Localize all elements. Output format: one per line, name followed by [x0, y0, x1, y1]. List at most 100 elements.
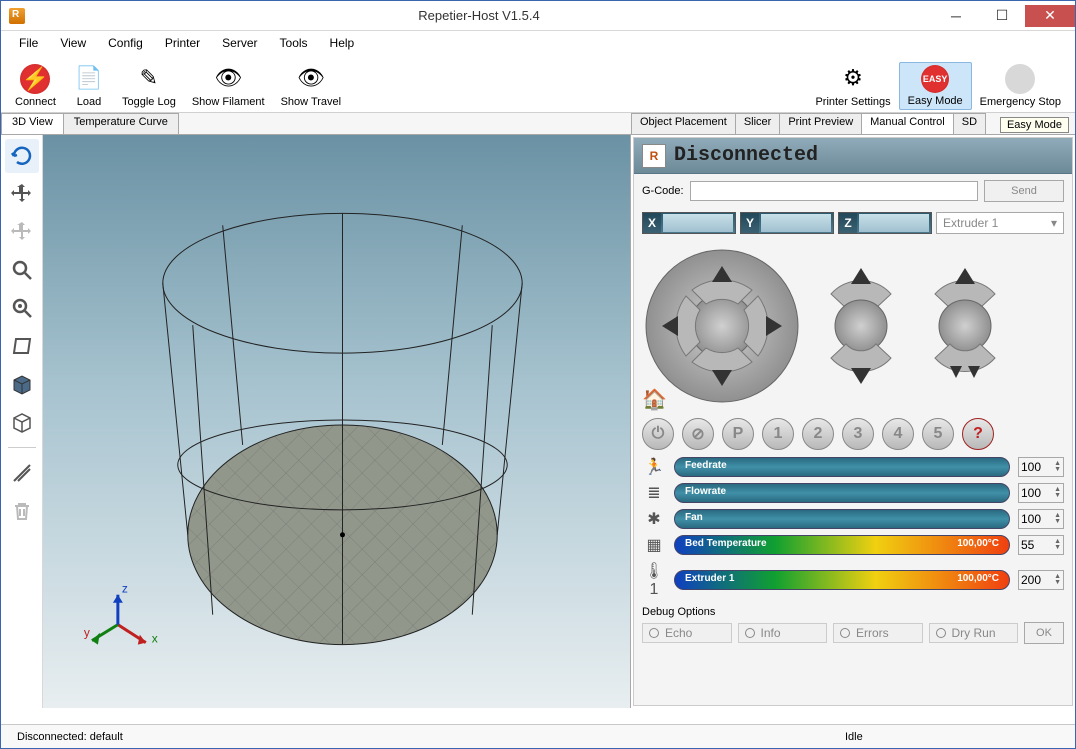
- debug-errors-radio[interactable]: Errors: [833, 623, 923, 643]
- minimize-button[interactable]: ─: [933, 5, 979, 27]
- tab-manual-control[interactable]: Manual Control: [861, 113, 954, 134]
- fan-slider[interactable]: Fan: [674, 509, 1010, 529]
- menu-view[interactable]: View: [50, 34, 96, 52]
- fan-icon[interactable]: ✱: [642, 509, 666, 529]
- easy-icon: EASY: [921, 65, 949, 93]
- y-position[interactable]: Y: [740, 212, 834, 234]
- show-travel-button[interactable]: 👁 Show Travel: [273, 60, 350, 110]
- clear-lines-button[interactable]: [5, 456, 39, 490]
- z-center-button[interactable]: [835, 300, 887, 352]
- zoom-fit-button[interactable]: [5, 291, 39, 325]
- right-tabs: Object Placement Slicer Print Preview Ma…: [631, 113, 1075, 135]
- speed-icon: 🏃: [642, 457, 666, 477]
- menu-tools[interactable]: Tools: [270, 34, 318, 52]
- iso1-button[interactable]: [5, 367, 39, 401]
- easy-mode-button[interactable]: EASY Easy Mode: [899, 62, 972, 110]
- left-tabs: 3D View Temperature Curve: [1, 113, 631, 135]
- bed-temp-spinner[interactable]: 55▲▼: [1018, 535, 1064, 555]
- feedrate-slider[interactable]: Feedrate: [674, 457, 1010, 477]
- tab-object-placement[interactable]: Object Placement: [631, 113, 736, 134]
- maximize-button[interactable]: ☐: [979, 5, 1025, 27]
- send-gcode-button[interactable]: Send: [984, 180, 1064, 202]
- window-title: Repetier-Host V1.5.4: [25, 8, 933, 23]
- emergency-stop-button[interactable]: Emergency Stop: [972, 62, 1069, 110]
- plug-icon: ⚡: [20, 64, 50, 94]
- gears-icon: ⚙: [836, 62, 870, 94]
- flowrate-slider[interactable]: Flowrate: [674, 483, 1010, 503]
- xy-jog-control: [642, 246, 802, 406]
- move-view-button[interactable]: [5, 177, 39, 211]
- 3d-viewport[interactable]: x y z: [43, 135, 630, 708]
- tab-print-preview[interactable]: Print Preview: [779, 113, 862, 134]
- cube-front-icon: [10, 372, 34, 396]
- toggle-log-button[interactable]: ✎ Toggle Log: [114, 60, 184, 110]
- debug-dryrun-radio[interactable]: Dry Run: [929, 623, 1019, 643]
- iso2-button[interactable]: [5, 405, 39, 439]
- menu-config[interactable]: Config: [98, 34, 153, 52]
- svg-text:x: x: [152, 632, 158, 646]
- tab-slicer[interactable]: Slicer: [735, 113, 781, 134]
- extruder-icon[interactable]: 🌡1: [642, 561, 666, 599]
- extruder-temp-spinner[interactable]: 200▲▼: [1018, 570, 1064, 590]
- z-position[interactable]: Z: [838, 212, 932, 234]
- menu-printer[interactable]: Printer: [155, 34, 210, 52]
- feedrate-spinner[interactable]: 100▲▼: [1018, 457, 1064, 477]
- preset-4-button[interactable]: 4: [882, 418, 914, 450]
- menu-file[interactable]: File: [9, 34, 48, 52]
- zoom-button[interactable]: [5, 253, 39, 287]
- bed-temp-slider[interactable]: Bed Temperature100,00°C: [674, 535, 1010, 555]
- close-button[interactable]: ✕: [1025, 5, 1075, 27]
- z-jog-control: [816, 246, 906, 406]
- connect-button[interactable]: ⚡ Connect: [7, 62, 64, 110]
- debug-echo-radio[interactable]: Echo: [642, 623, 732, 643]
- rotate-view-button[interactable]: [5, 139, 39, 173]
- delete-button[interactable]: [5, 494, 39, 528]
- toolbar: ⚡ Connect 📄 Load ✎ Toggle Log 👁 Show Fil…: [1, 55, 1075, 113]
- preset-1-button[interactable]: 1: [762, 418, 794, 450]
- park-button[interactable]: P: [722, 418, 754, 450]
- printer-settings-button[interactable]: ⚙ Printer Settings: [807, 60, 898, 110]
- document-icon: 📄: [72, 62, 106, 94]
- svg-text:y: y: [84, 626, 90, 640]
- gcode-input[interactable]: [690, 181, 978, 201]
- tab-3d-view[interactable]: 3D View: [1, 113, 64, 134]
- chevron-down-icon: ▾: [1051, 216, 1057, 230]
- motors-off-button[interactable]: ⊘: [682, 418, 714, 450]
- extruder-temp-slider[interactable]: Extruder 1100,00°C: [674, 570, 1010, 590]
- help-button[interactable]: ?: [962, 418, 994, 450]
- power-button[interactable]: ⏻: [642, 418, 674, 450]
- stop-icon: [1005, 64, 1035, 94]
- bed-icon[interactable]: ▦: [642, 535, 666, 555]
- x-position[interactable]: X: [642, 212, 736, 234]
- preset-5-button[interactable]: 5: [922, 418, 954, 450]
- svg-text:z: z: [122, 582, 128, 596]
- viewport-toolbar: [1, 135, 43, 708]
- fan-spinner[interactable]: 100▲▼: [1018, 509, 1064, 529]
- move-object-button[interactable]: [5, 215, 39, 249]
- rotate-icon: [10, 144, 34, 168]
- home-button[interactable]: 🏠: [642, 387, 667, 412]
- debug-info-radio[interactable]: Info: [738, 623, 828, 643]
- load-button[interactable]: 📄 Load: [64, 60, 114, 110]
- flowrate-spinner[interactable]: 100▲▼: [1018, 483, 1064, 503]
- eye-icon: 👁: [294, 62, 328, 94]
- debug-ok-button[interactable]: OK: [1024, 622, 1064, 644]
- preset-2-button[interactable]: 2: [802, 418, 834, 450]
- manual-control-panel: R Disconnected G-Code: Send X Y Z Extrud…: [633, 137, 1073, 706]
- preset-3-button[interactable]: 3: [842, 418, 874, 450]
- extruder-select[interactable]: Extruder 1▾: [936, 212, 1064, 234]
- move-icon: [10, 220, 34, 244]
- menu-help[interactable]: Help: [320, 34, 365, 52]
- gcode-label: G-Code:: [642, 185, 684, 197]
- extruder-center-button[interactable]: [939, 300, 991, 352]
- perspective-button[interactable]: [5, 329, 39, 363]
- statusbar: Disconnected: default Idle: [1, 724, 1075, 748]
- tab-sd-card[interactable]: SD: [953, 113, 986, 134]
- slash-icon: [10, 461, 34, 485]
- menu-server[interactable]: Server: [212, 34, 267, 52]
- move-icon: [10, 182, 34, 206]
- xy-center-button[interactable]: [690, 294, 754, 358]
- repetier-icon: R: [642, 144, 666, 168]
- show-filament-button[interactable]: 👁 Show Filament: [184, 60, 273, 110]
- tab-temp-curve[interactable]: Temperature Curve: [63, 113, 179, 134]
